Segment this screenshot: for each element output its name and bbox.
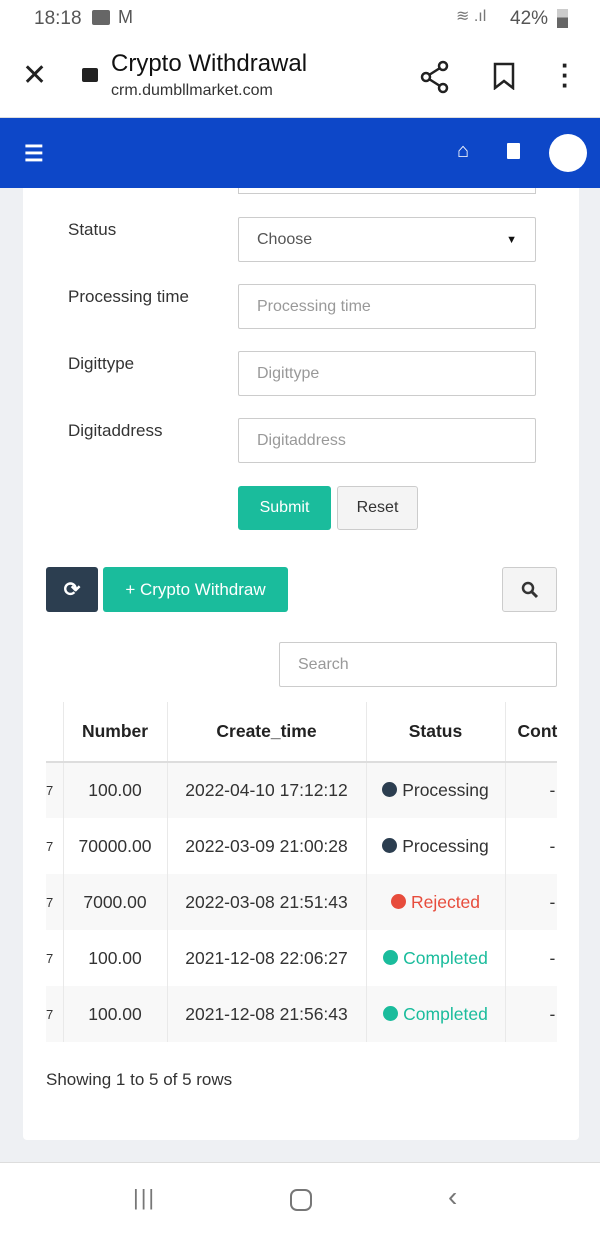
recent-apps-icon[interactable]: |||	[133, 1185, 156, 1211]
cell-cont: -	[505, 874, 558, 930]
cell-create-time: 2022-03-08 21:51:43	[167, 874, 367, 930]
cell-cont: -	[549, 835, 556, 856]
table-row[interactable]: 7 7000.00 2022-03-08 21:51:43 Rejected -	[46, 874, 558, 930]
status-dot-icon	[383, 1005, 399, 1021]
withdrawals-table: Number Create_time Status Cont 7 100.00 …	[46, 702, 558, 1042]
cell-status: Completed	[366, 986, 506, 1042]
status-label: Status	[68, 220, 117, 239]
clock: 18:18	[34, 8, 82, 29]
back-icon[interactable]: ‹	[448, 1181, 457, 1213]
caret-down-icon: ▼	[506, 233, 517, 246]
status-text: Completed	[403, 1003, 488, 1024]
page-url: crm.dumbllmarket.com	[111, 82, 273, 99]
table-header: Number Create_time Status Cont	[46, 702, 558, 763]
table-row[interactable]: 7 100.00 2021-12-08 21:56:43 Completed -	[46, 986, 558, 1042]
browser-bar: ✕ Crypto Withdrawal crm.dumbllmarket.com…	[0, 38, 600, 118]
android-nav-bar: ||| ‹	[0, 1162, 600, 1233]
col-create-time[interactable]: Create_time	[167, 702, 367, 763]
digitaddress-label: Digitaddress	[68, 421, 163, 440]
cell-partial: 7	[46, 930, 64, 986]
pagination-info: Showing 1 to 5 of 5 rows	[46, 1070, 233, 1089]
cell-partial: 7	[46, 986, 64, 1042]
status-dot-icon	[382, 782, 398, 797]
cell-create-time: 2022-03-09 21:00:28	[167, 818, 367, 874]
status-text: Processing	[402, 780, 489, 800]
cell-number: 100.00	[63, 762, 168, 818]
share-icon[interactable]	[420, 60, 450, 94]
refresh-button[interactable]: ⟳	[46, 567, 98, 612]
col-cont[interactable]: Cont	[505, 702, 558, 763]
gmail-icon: M	[118, 7, 133, 27]
digittype-input[interactable]: Digittype	[238, 351, 536, 396]
status-dot-icon	[382, 837, 398, 853]
cell-create-time: 2022-04-10 17:12:12	[167, 762, 367, 818]
close-icon[interactable]: ✕	[22, 58, 47, 93]
bookmark-icon[interactable]	[493, 62, 515, 90]
table-row[interactable]: 7 100.00 2022-04-10 17:12:12 Processing …	[46, 762, 558, 818]
crypto-withdraw-button[interactable]: + Crypto Withdraw	[103, 567, 288, 612]
cell-number: 70000.00	[63, 818, 168, 874]
cell-number: 7000.00	[63, 874, 168, 930]
cell-create-time: 2021-12-08 22:06:27	[167, 930, 367, 986]
processing-time-label: Processing time	[68, 287, 189, 306]
battery-icon	[557, 9, 568, 28]
search-icon	[521, 581, 538, 598]
cell-partial: 7	[46, 762, 64, 818]
digitaddress-input[interactable]: Digitaddress	[238, 418, 536, 463]
battery-text: 42%	[510, 8, 549, 29]
content-card: Status Choose ▼ Processing time Processin…	[23, 188, 579, 1140]
home-icon[interactable]: ⌂	[457, 140, 469, 163]
col-number[interactable]: Number	[63, 702, 168, 763]
cell-cont: -	[549, 947, 556, 968]
col-partial[interactable]	[46, 702, 64, 763]
status-bar: 18:18 M ≋ .ıl 42%	[0, 0, 600, 38]
cell-create-time: 2021-12-08 21:56:43	[167, 986, 367, 1042]
status-dot-icon	[383, 949, 399, 965]
trash-icon[interactable]	[507, 143, 520, 159]
page-title: Crypto Withdrawal	[111, 50, 308, 77]
home-nav-icon[interactable]	[290, 1189, 312, 1211]
cell-status: Completed	[366, 930, 506, 986]
table-row[interactable]: 7 100.00 2021-12-08 22:06:27 Completed -	[46, 930, 557, 986]
cell-cont: -	[505, 762, 558, 818]
cell-cont: -	[505, 986, 558, 1042]
cell-number: 100.00	[63, 986, 168, 1042]
more-options-icon[interactable]: · · ·	[561, 52, 570, 98]
menu-icon[interactable]: ☰	[24, 141, 44, 167]
status-select[interactable]: Choose ▼	[238, 217, 536, 262]
cell-partial: 7	[46, 874, 64, 930]
previous-input[interactable]	[238, 188, 536, 194]
submit-button[interactable]: Submit	[238, 486, 331, 530]
status-select-value: Choose	[257, 230, 313, 248]
reset-button[interactable]: Reset	[337, 486, 418, 530]
cell-status: Rejected	[366, 874, 506, 930]
status-text: Processing	[402, 835, 489, 856]
status-text: Rejected	[410, 891, 481, 912]
app-header: ☰ ⌂	[0, 118, 600, 188]
cell-status: Processing	[366, 818, 506, 874]
refresh-icon: ⟳	[63, 579, 81, 601]
lock-icon	[82, 68, 98, 82]
avatar[interactable]	[549, 134, 587, 172]
search-toggle-button[interactable]	[502, 567, 557, 612]
status-dot-icon	[390, 893, 406, 909]
digittype-label: Digittype	[68, 354, 135, 373]
status-text: Completed	[403, 947, 488, 968]
col-status[interactable]: Status	[366, 702, 506, 763]
search-input[interactable]: Search	[279, 642, 557, 687]
cell-status: Processing	[366, 762, 506, 818]
gallery-icon	[92, 10, 110, 25]
cell-number: 100.00	[63, 930, 168, 986]
processing-time-input[interactable]: Processing time	[238, 284, 536, 329]
wifi-signal-icon: ≋ .ıl	[456, 8, 487, 25]
table-row[interactable]: 7 70000.00 2022-03-09 21:00:28 Processin…	[46, 818, 557, 874]
cell-partial: 7	[46, 818, 64, 874]
